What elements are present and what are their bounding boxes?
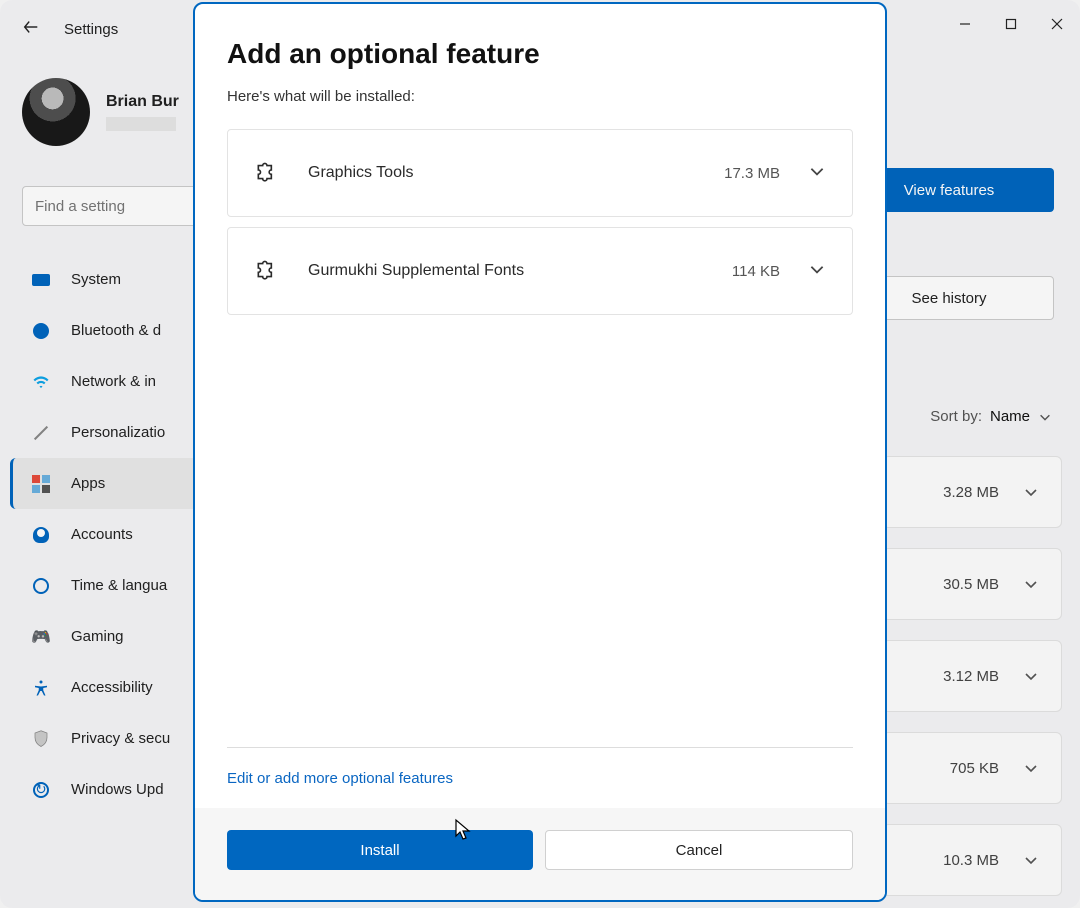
sort-control[interactable]: Sort by: Name [930, 408, 1052, 425]
feature-size: 30.5 MB [943, 576, 999, 593]
system-icon [31, 270, 51, 290]
minimize-button[interactable] [942, 2, 988, 46]
gaming-icon: 🎮 [31, 627, 51, 647]
maximize-button[interactable] [988, 2, 1034, 46]
dialog-actions: Install Cancel [195, 808, 885, 900]
bluetooth-icon [31, 321, 51, 341]
sidebar-item-label: Accessibility [71, 679, 153, 696]
sidebar-item-label: Network & in [71, 373, 156, 390]
chevron-down-icon [1023, 484, 1039, 500]
puzzle-icon [254, 158, 280, 189]
cursor-icon [454, 818, 474, 847]
settings-window: Settings Brian Bur System Bluetooth & d … [0, 0, 1080, 908]
chevron-down-icon [1023, 668, 1039, 684]
back-icon[interactable] [22, 18, 40, 41]
brush-icon [31, 423, 51, 443]
shield-icon [31, 729, 51, 749]
sidebar-item-label: Apps [71, 475, 105, 492]
accessibility-icon [31, 678, 51, 698]
cancel-button[interactable]: Cancel [545, 830, 853, 870]
pending-feature-row[interactable]: Gurmukhi Supplemental Fonts 114 KB [227, 227, 853, 315]
chevron-down-icon [1038, 410, 1052, 424]
feature-row[interactable]: 3.28 MB [882, 456, 1062, 528]
pending-feature-name: Gurmukhi Supplemental Fonts [308, 262, 704, 280]
sidebar-item-label: Personalizatio [71, 424, 165, 441]
feature-size: 3.12 MB [943, 668, 999, 685]
pending-feature-size: 114 KB [732, 263, 780, 280]
sidebar-item-label: System [71, 271, 121, 288]
chevron-down-icon [808, 260, 826, 283]
sort-value: Name [990, 408, 1030, 425]
pending-feature-name: Graphics Tools [308, 164, 696, 182]
sidebar-item-label: Privacy & secu [71, 730, 170, 747]
feature-size: 705 KB [950, 760, 999, 777]
feature-size: 10.3 MB [943, 852, 999, 869]
chevron-down-icon [808, 162, 826, 185]
edit-more-link[interactable]: Edit or add more optional features [227, 770, 453, 787]
chevron-down-icon [1023, 852, 1039, 868]
feature-row[interactable]: 705 KB [882, 732, 1062, 804]
sort-label: Sort by: [930, 408, 982, 425]
add-optional-feature-dialog: Add an optional feature Here's what will… [193, 2, 887, 902]
chevron-down-icon [1023, 760, 1039, 776]
apps-icon [31, 474, 51, 494]
pending-feature-row[interactable]: Graphics Tools 17.3 MB [227, 129, 853, 217]
profile-sub-placeholder [106, 117, 176, 131]
dialog-subtitle: Here's what will be installed: [227, 88, 853, 105]
feature-size: 3.28 MB [943, 484, 999, 501]
feature-row[interactable]: 30.5 MB [882, 548, 1062, 620]
sidebar-item-label: Bluetooth & d [71, 322, 161, 339]
sidebar-item-label: Time & langua [71, 577, 167, 594]
profile-name: Brian Bur [106, 93, 179, 111]
window-controls [942, 0, 1080, 48]
install-button[interactable]: Install [227, 830, 533, 870]
clock-icon [31, 576, 51, 596]
page-title: Settings [64, 21, 118, 38]
pending-feature-size: 17.3 MB [724, 165, 780, 182]
accounts-icon [31, 525, 51, 545]
pending-features-list: Graphics Tools 17.3 MB Gurmukhi Suppleme… [227, 129, 853, 315]
feature-row[interactable]: 3.12 MB [882, 640, 1062, 712]
sidebar-item-label: Gaming [71, 628, 124, 645]
sidebar-item-label: Accounts [71, 526, 133, 543]
feature-row[interactable]: 10.3 MB [882, 824, 1062, 896]
chevron-down-icon [1023, 576, 1039, 592]
avatar [22, 78, 90, 146]
dialog-title: Add an optional feature [227, 38, 853, 70]
sidebar-item-label: Windows Upd [71, 781, 164, 798]
puzzle-icon [254, 256, 280, 287]
profile-block[interactable]: Brian Bur [22, 78, 179, 146]
wifi-icon [31, 372, 51, 392]
installed-features-list: 3.28 MB 30.5 MB 3.12 MB 705 KB 10.3 MB [882, 456, 1062, 896]
header: Settings [22, 18, 118, 41]
update-icon [31, 780, 51, 800]
close-button[interactable] [1034, 2, 1080, 46]
